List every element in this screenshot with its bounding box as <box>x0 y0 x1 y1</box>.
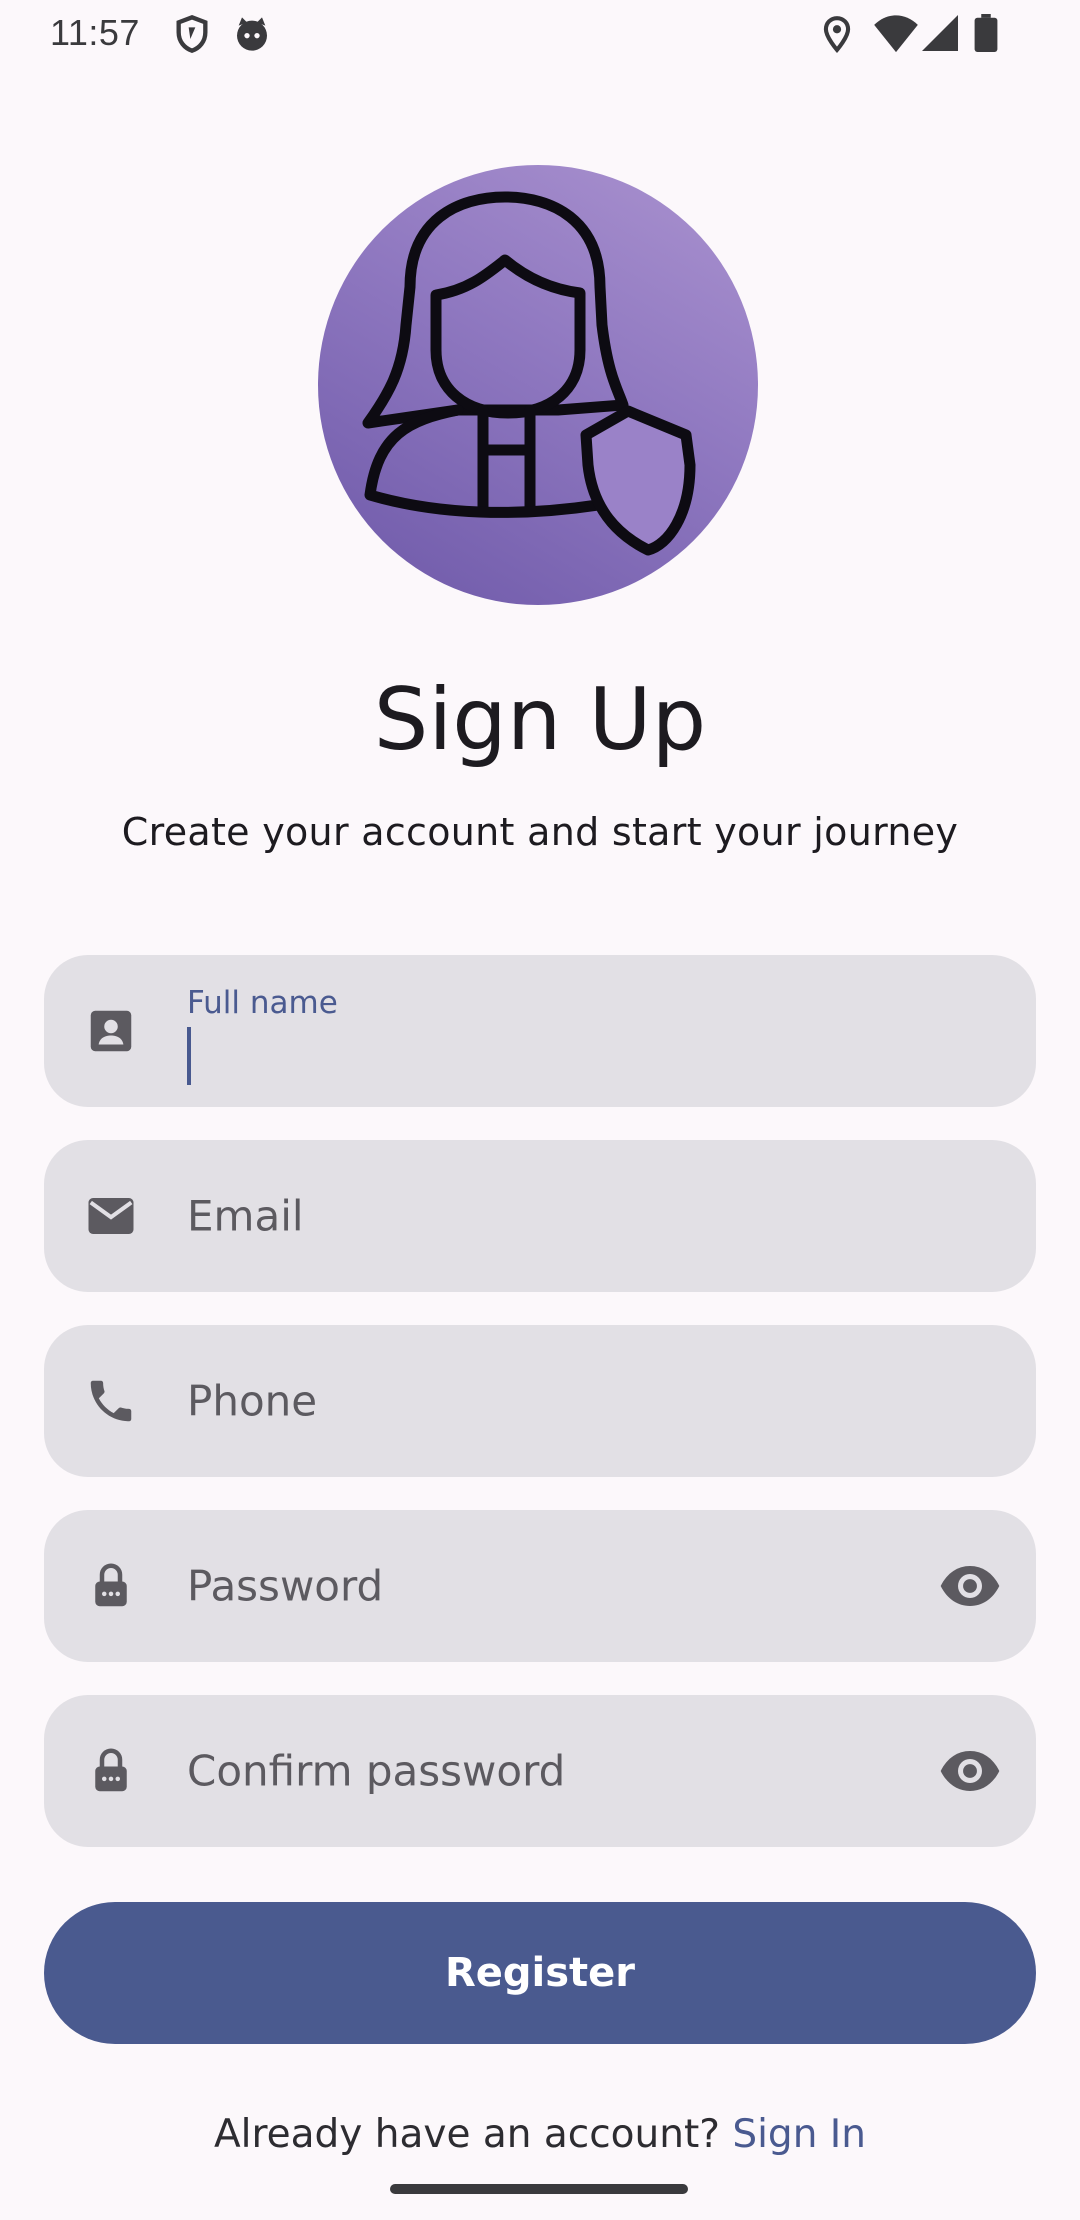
lock-icon <box>84 1559 138 1613</box>
email-placeholder: Email <box>187 1191 304 1241</box>
lock-icon <box>84 1744 138 1798</box>
cat-face-icon <box>232 14 272 59</box>
eye-icon[interactable] <box>938 1554 1002 1618</box>
phone-icon <box>84 1374 138 1428</box>
confirm-password-placeholder: Confirm password <box>187 1746 566 1796</box>
phone-placeholder: Phone <box>187 1376 318 1426</box>
sign-in-prompt: Already have an account? Sign In <box>0 2112 1080 2157</box>
signup-screen: 11:57 Sign Up Create your account and st… <box>0 0 1080 2220</box>
sign-in-prompt-text: Already have an account? <box>213 2112 733 2157</box>
envelope-icon <box>84 1189 138 1243</box>
password-placeholder: Password <box>187 1561 384 1611</box>
shield-icon <box>172 14 212 59</box>
status-bar: 11:57 <box>0 0 1080 66</box>
page-title: Sign Up <box>373 670 707 770</box>
full-name-label: Full name <box>187 985 338 1021</box>
home-indicator[interactable] <box>390 2184 688 2194</box>
contact-card-icon <box>84 1004 138 1058</box>
person-shield-icon <box>362 191 696 556</box>
battery-icon <box>974 14 998 57</box>
register-button[interactable]: Register <box>44 1902 1036 2044</box>
location-icon <box>818 14 856 59</box>
confirm-password-field[interactable]: Confirm password <box>44 1695 1036 1847</box>
page-subtitle: Create your account and start your journ… <box>121 810 959 854</box>
phone-field[interactable]: Phone <box>44 1325 1036 1477</box>
status-time: 11:57 <box>50 12 140 53</box>
password-field[interactable]: Password <box>44 1510 1036 1662</box>
wifi-icon <box>874 14 918 59</box>
signal-icon <box>922 14 958 57</box>
avatar <box>318 165 758 605</box>
full-name-field[interactable]: Full name <box>44 955 1036 1107</box>
email-field[interactable]: Email <box>44 1140 1036 1292</box>
sign-in-link[interactable]: Sign In <box>732 2112 866 2157</box>
eye-icon[interactable] <box>938 1739 1002 1803</box>
text-cursor <box>187 1027 191 1085</box>
